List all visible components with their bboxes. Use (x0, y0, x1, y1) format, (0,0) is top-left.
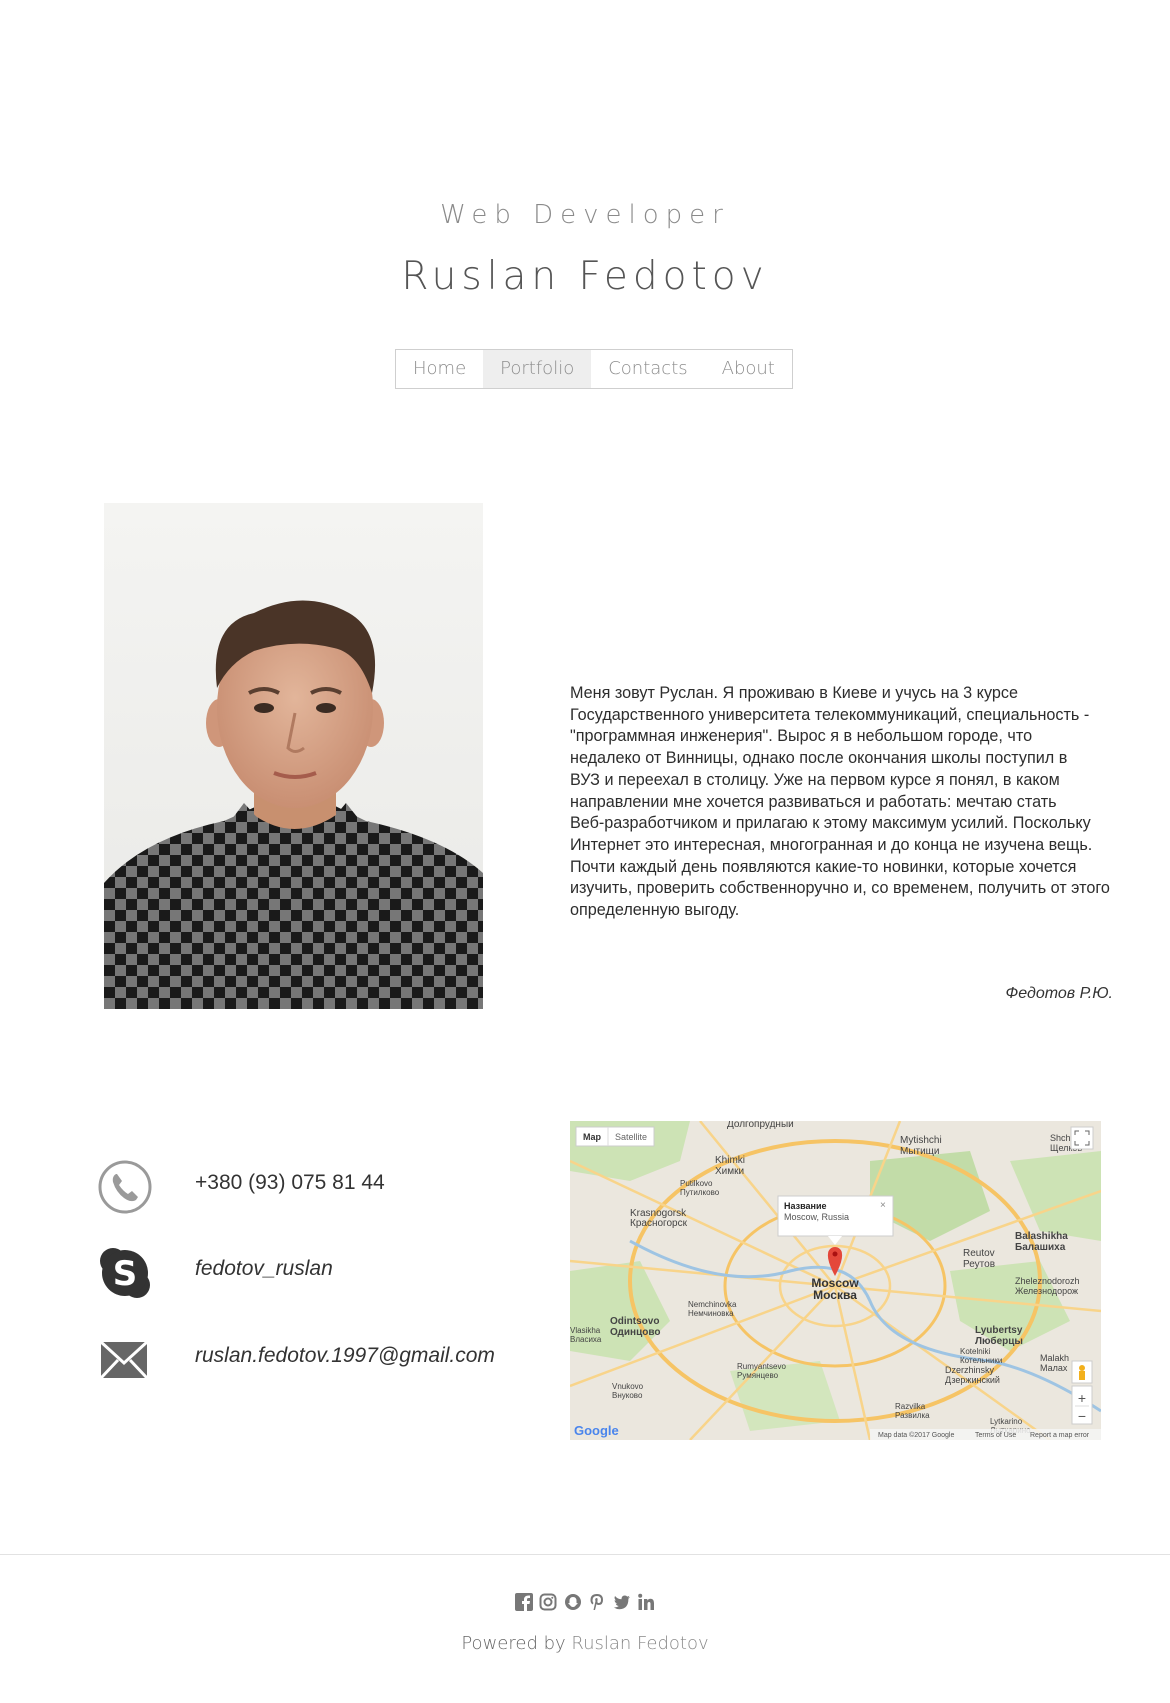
svg-text:Report a map error: Report a map error (1030, 1432, 1090, 1439)
subtitle: Web Developer (440, 200, 730, 230)
svg-text:Одинцово: Одинцово (610, 1327, 660, 1338)
contact-email: ruslan.fedotov.1997@gmail.com (97, 1332, 517, 1392)
svg-text:S: S (113, 1254, 138, 1294)
about-line: определенную выгоду. (570, 901, 740, 920)
svg-text:Балашиха: Балашиха (1015, 1242, 1066, 1253)
svg-text:Котельники: Котельники (960, 1356, 1002, 1365)
about-line: Государственного университета телекоммун… (570, 705, 1090, 724)
powered-by: Powered by Ruslan Fedotov (0, 1633, 1170, 1654)
nav-contacts[interactable]: Contacts (591, 350, 704, 388)
about-line: "программная инженерия". Вырос я в небол… (570, 727, 1033, 746)
svg-text:Власиха: Власиха (570, 1335, 602, 1344)
svg-text:Малах: Малах (1040, 1363, 1068, 1373)
svg-text:Внуково: Внуково (612, 1391, 643, 1400)
email-icon (97, 1332, 153, 1388)
phone-number[interactable]: +380 (93) 075 81 44 (195, 1171, 385, 1195)
about-paragraph: Меня зовут Руслан. Я проживаю в Киеве и … (570, 683, 1130, 922)
about-line: Интернет это интересная, многогранная и … (570, 835, 1093, 854)
svg-text:Mytishchi: Mytishchi (900, 1135, 942, 1146)
twitter-icon[interactable] (613, 1593, 631, 1611)
portrait-illustration (104, 600, 483, 1009)
svg-text:Красногорск: Красногорск (630, 1218, 688, 1229)
map-label: Химки (715, 1166, 744, 1177)
svg-text:Реутов: Реутов (963, 1259, 995, 1270)
profile-photo (104, 503, 483, 1009)
footer-divider (0, 1554, 1170, 1555)
instagram-icon[interactable] (539, 1593, 557, 1611)
svg-text:Немчиновка: Немчиновка (688, 1309, 734, 1318)
about-line: Веб-разработчиком и прилагаю к этому мак… (570, 814, 1091, 833)
main-nav: Home Portfolio Contacts About (395, 349, 793, 389)
svg-text:Путилково: Путилково (680, 1188, 720, 1197)
svg-text:Vnukovo: Vnukovo (612, 1382, 644, 1391)
google-logo: Google (574, 1423, 619, 1438)
svg-text:Люберцы: Люберцы (975, 1335, 1023, 1347)
about-line: Почти каждый день появляются какие-то но… (570, 857, 1077, 876)
contact-skype: S fedotov_ruslan (97, 1245, 517, 1305)
svg-text:Malakh: Malakh (1040, 1353, 1069, 1363)
social-links (0, 1593, 1170, 1611)
about-line: ВУЗ и переехал в столицу. Уже на первом … (570, 770, 1060, 789)
map-zoom-in: + (1078, 1390, 1086, 1406)
svg-text:Москва: Москва (813, 1288, 857, 1302)
facebook-icon[interactable] (514, 1593, 533, 1611)
svg-text:Nemchinovka: Nemchinovka (688, 1300, 737, 1309)
svg-text:Balashikha: Balashikha (1015, 1231, 1068, 1242)
email-address[interactable]: ruslan.fedotov.1997@gmail.com (195, 1344, 495, 1368)
svg-text:Румянцево: Румянцево (737, 1371, 779, 1380)
svg-text:Дзержинский: Дзержинский (945, 1375, 1000, 1385)
svg-text:Vlasikha: Vlasikha (570, 1326, 601, 1335)
nav-about[interactable]: About (705, 350, 792, 388)
linkedin-icon[interactable] (637, 1593, 655, 1611)
map-info-close-icon: × (880, 1200, 886, 1211)
snapchat-icon[interactable] (564, 1593, 582, 1611)
svg-text:Razvilka: Razvilka (895, 1402, 926, 1411)
map-zoom-out: − (1078, 1408, 1086, 1424)
svg-text:Dzerzhinsky: Dzerzhinsky (945, 1365, 995, 1375)
map-widget[interactable]: Khimki Химки Mytishchi Мытищи Krasnogorsk К… (570, 1121, 1101, 1440)
svg-text:Khimki: Khimki (715, 1155, 745, 1166)
about-line: направлении мне хочется развиваться и ра… (570, 792, 1057, 811)
map-tab-map: Map (583, 1132, 602, 1142)
svg-text:Lyubertsy: Lyubertsy (975, 1325, 1023, 1336)
map-fullscreen-icon (1070, 1126, 1094, 1150)
svg-text:Shch: Shch (1050, 1133, 1071, 1143)
about-line: изучить, проверить собственноручно и, со… (570, 879, 1110, 898)
svg-text:Putilkovo: Putilkovo (680, 1179, 713, 1188)
svg-text:Reutov: Reutov (963, 1248, 995, 1259)
svg-text:Развилка: Развилка (895, 1411, 930, 1420)
map-info-subtitle: Moscow, Russia (784, 1212, 849, 1222)
phone-icon (97, 1159, 153, 1215)
powered-author-link[interactable]: Ruslan Fedotov (571, 1633, 708, 1654)
svg-text:Lytkarino: Lytkarino (990, 1417, 1023, 1426)
skype-name[interactable]: fedotov_ruslan (195, 1257, 333, 1281)
map-info-title: Название (784, 1201, 826, 1211)
svg-text:Map data ©2017 Google: Map data ©2017 Google (878, 1431, 954, 1439)
contact-phone: +380 (93) 075 81 44 (97, 1159, 517, 1219)
svg-text:Долгопрудный: Долгопрудный (727, 1121, 794, 1130)
about-line: недалеко от Винницы, однако после оконча… (570, 749, 1068, 768)
svg-text:Odintsovo: Odintsovo (610, 1316, 659, 1327)
powered-prefix: Powered by (461, 1633, 566, 1654)
nav-home[interactable]: Home (396, 350, 483, 388)
skype-icon: S (97, 1245, 153, 1301)
nav-portfolio[interactable]: Portfolio (483, 350, 592, 388)
site-title: Ruslan Fedotov (401, 254, 769, 299)
about-line: Меня зовут Руслан. Я проживаю в Киеве и … (570, 684, 1018, 702)
svg-text:Zheleznodorozh: Zheleznodorozh (1015, 1276, 1080, 1286)
svg-text:Мытищи: Мытищи (900, 1146, 940, 1157)
pinterest-icon[interactable] (588, 1593, 606, 1611)
signature: Федотов Р.Ю. (1005, 985, 1113, 1002)
svg-text:Rumyantsevo: Rumyantsevo (737, 1362, 786, 1371)
map-tab-satellite: Satellite (615, 1132, 647, 1142)
svg-text:Железнодорож: Железнодорож (1015, 1286, 1078, 1296)
svg-text:Kotelniki: Kotelniki (960, 1347, 990, 1356)
svg-text:Terms of Use: Terms of Use (975, 1432, 1016, 1439)
